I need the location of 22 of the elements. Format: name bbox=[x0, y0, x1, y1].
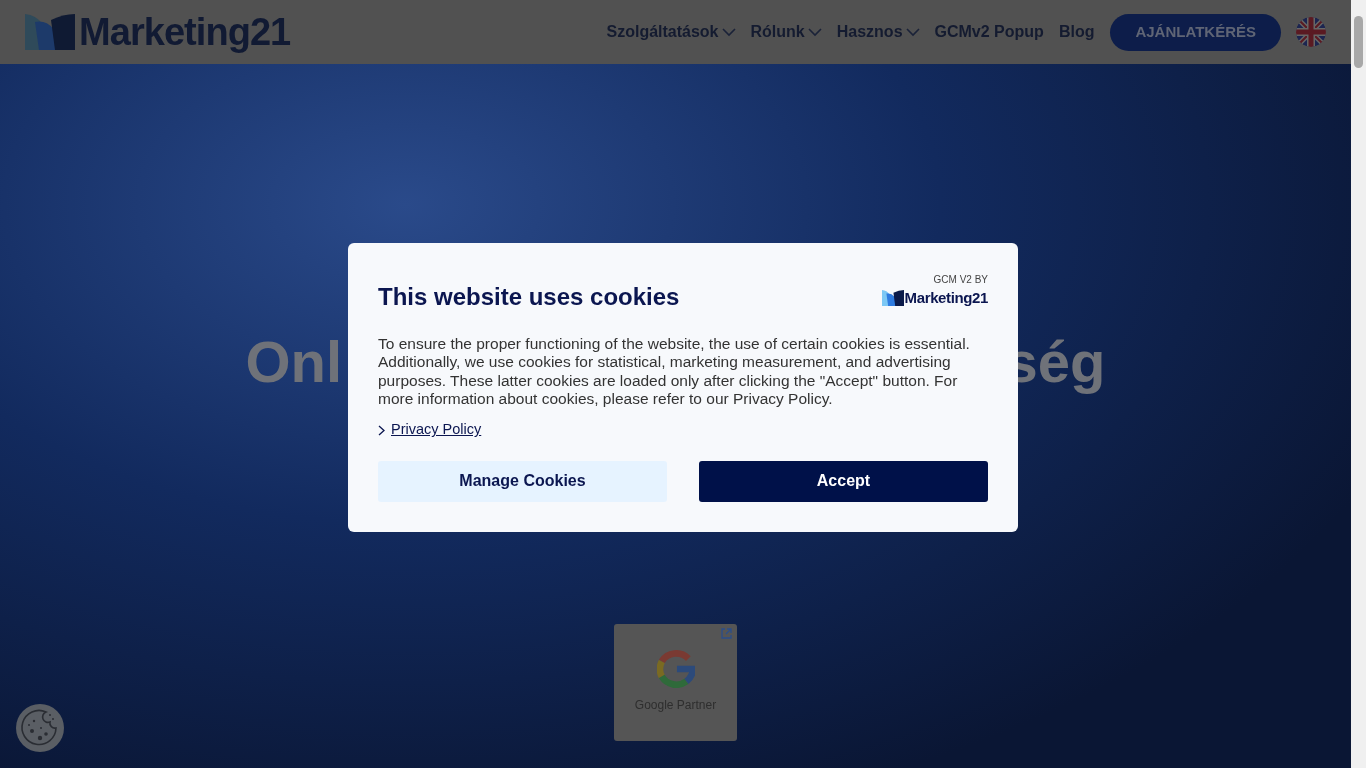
hero-heading: Onl bbox=[245, 328, 343, 396]
privacy-policy-link[interactable]: Privacy Policy bbox=[378, 419, 482, 441]
logo-text: Marketing21 bbox=[79, 9, 291, 55]
quote-button[interactable]: AJÁNLATKÉRÉS bbox=[1110, 13, 1281, 51]
dialog-title: This website uses cookies bbox=[378, 282, 680, 312]
logo-icon bbox=[881, 290, 904, 307]
logo-icon bbox=[25, 14, 75, 50]
accept-button[interactable]: Accept bbox=[699, 460, 988, 502]
google-g-icon bbox=[656, 650, 695, 688]
uk-flag-icon[interactable] bbox=[1296, 17, 1326, 47]
chevron-right-icon bbox=[378, 424, 385, 436]
cookie-settings-button[interactable] bbox=[16, 704, 64, 752]
nav-link[interactable]: Blog bbox=[1058, 20, 1095, 44]
external-link-icon bbox=[721, 628, 732, 639]
manage-cookies-button[interactable]: Manage Cookies bbox=[378, 460, 667, 502]
nav-link[interactable]: Hasznos bbox=[836, 20, 920, 44]
brand-logo-text: Marketing21 bbox=[904, 288, 988, 308]
nav-link[interactable]: Szolgáltatások bbox=[606, 20, 736, 44]
brand-caption: GCM V2 BY bbox=[933, 273, 988, 287]
nav-link[interactable]: GCMv2 Popup bbox=[934, 20, 1044, 44]
nav-link[interactable]: Rólunk bbox=[750, 20, 822, 44]
dialog-body-text: To ensure the proper functioning of the website, the use of certain cookies is essential. Additionally, we use cookies for statistical, marketing measurement, and advertising purposes. These latter cookies are loaded only after clicking the "Accept" button. For more information about cookies, please refer to our Privacy Policy. bbox=[378, 335, 971, 409]
